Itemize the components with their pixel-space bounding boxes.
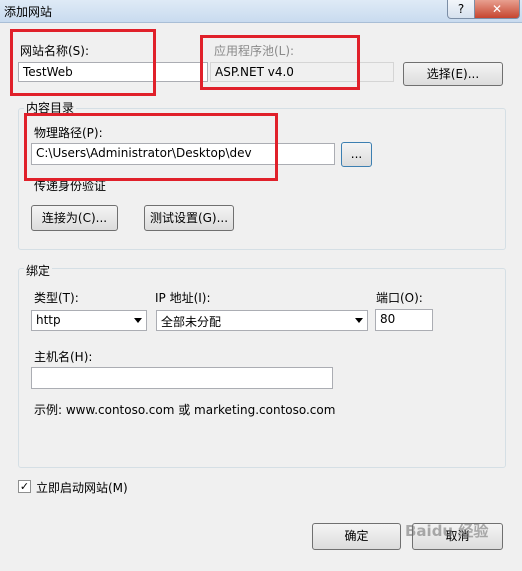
ip-address-select[interactable]: 全部未分配 — [156, 310, 368, 331]
ip-address-value: 全部未分配 — [161, 315, 222, 329]
ok-button[interactable]: 确定 — [312, 523, 401, 550]
start-site-checkbox[interactable]: ✓ — [18, 480, 31, 493]
close-button[interactable]: ✕ — [474, 0, 520, 19]
type-select-value: http — [36, 313, 61, 327]
port-input[interactable]: 80 — [375, 309, 433, 331]
baidu-watermark: Baidu 经验 — [405, 518, 503, 547]
start-site-label: 立即启动网站(M) — [36, 481, 128, 495]
select-app-pool-button[interactable]: 选择(E)... — [403, 62, 503, 86]
baidu-logo-text: Baidu 经验 — [405, 522, 489, 540]
binding-example-text: 示例: www.contoso.com 或 marketing.contoso.… — [34, 403, 336, 417]
help-button[interactable]: ? — [447, 0, 475, 19]
hostname-input[interactable] — [31, 367, 333, 389]
type-label: 类型(T): — [34, 291, 79, 305]
browse-path-button[interactable]: ... — [341, 142, 372, 167]
connect-as-button[interactable]: 连接为(C)... — [31, 205, 118, 231]
binding-title: 绑定 — [24, 262, 53, 279]
title-bar: 添加网站 ? ✕ — [0, 0, 522, 23]
hostname-label: 主机名(H): — [34, 350, 93, 364]
test-settings-button[interactable]: 测试设置(G)... — [144, 205, 234, 231]
type-select[interactable]: http — [31, 310, 147, 331]
highlight-physical-path — [24, 113, 278, 181]
highlight-site-name — [10, 29, 156, 96]
highlight-app-pool — [200, 35, 360, 90]
ip-address-label: IP 地址(I): — [155, 291, 211, 305]
baidu-logo: Baidu 经验 — [405, 522, 489, 540]
chevron-down-icon — [355, 318, 363, 323]
chevron-down-icon — [134, 318, 142, 323]
add-website-dialog: 添加网站 ? ✕ 网站名称(S): TestWeb 应用程序池(L): ASP.… — [0, 0, 522, 571]
window-title: 添加网站 — [4, 5, 53, 19]
port-label: 端口(O): — [376, 291, 423, 305]
